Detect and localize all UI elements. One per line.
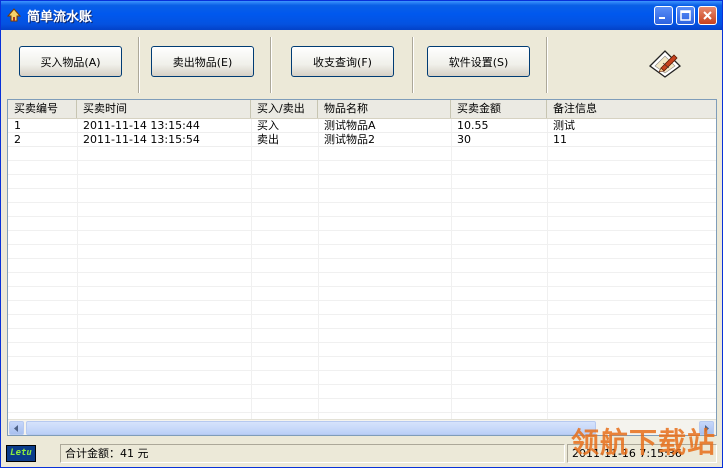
grid-line (8, 175, 716, 189)
window-title: 简单流水账 (27, 10, 93, 25)
cell-amount: 10.55 (457, 119, 489, 132)
column-divider (251, 119, 252, 419)
column-header-type[interactable]: 买入/卖出 (251, 100, 318, 118)
transaction-list[interactable]: 买卖编号 买卖时间 买入/卖出 物品名称 买卖金额 备注信息 1 2011-11… (7, 99, 717, 436)
toolbar-separator (412, 37, 414, 93)
column-header-note[interactable]: 备注信息 (547, 100, 716, 118)
cell-type: 卖出 (257, 133, 279, 146)
grid-line (8, 161, 716, 175)
toolbar: 买入物品(A) 卖出物品(E) 收支查询(F) 软件设置(S) (5, 34, 716, 94)
sell-item-button[interactable]: 卖出物品(E) (151, 46, 254, 77)
column-header-time[interactable]: 买卖时间 (77, 100, 251, 118)
arrow-left-icon (14, 424, 18, 432)
grid-line (8, 329, 716, 343)
watermark: 领航下载站 (570, 426, 716, 459)
grid-line (8, 357, 716, 371)
cell-note: 测试 (553, 119, 575, 132)
minimize-button[interactable] (654, 6, 673, 25)
app-logo: Letu (6, 445, 36, 462)
grid-line (8, 273, 716, 287)
grid-line (8, 343, 716, 357)
query-button[interactable]: 收支查询(F) (291, 46, 394, 77)
app-icon (6, 8, 22, 22)
grid-line (8, 371, 716, 385)
grid-line (8, 301, 716, 315)
title-bar[interactable]: 简单流水账 (1, 1, 722, 30)
maximize-button[interactable] (676, 6, 695, 25)
cell-note: 11 (553, 133, 567, 146)
table-row[interactable]: 1 2011-11-14 13:15:44 买入 测试物品A 10.55 测试 (8, 119, 716, 133)
grid-line (8, 231, 716, 245)
cell-amount: 30 (457, 133, 471, 146)
cell-time: 2011-11-14 13:15:44 (83, 119, 200, 132)
cell-item: 测试物品2 (324, 133, 375, 146)
scroll-thumb[interactable] (26, 421, 596, 435)
grid-line (8, 287, 716, 301)
grid-line (8, 189, 716, 203)
cell-id: 1 (14, 119, 21, 132)
close-button[interactable] (698, 6, 717, 25)
column-divider (77, 119, 78, 419)
scroll-left-button[interactable] (9, 421, 24, 435)
pen-paper-icon[interactable] (647, 46, 683, 80)
cell-id: 2 (14, 133, 21, 146)
total-amount: 合计金额：41 元 (60, 444, 565, 463)
column-header-id[interactable]: 买卖编号 (8, 100, 77, 118)
column-divider (318, 119, 319, 419)
grid-line (8, 259, 716, 273)
grid-line (8, 245, 716, 259)
close-icon (703, 11, 712, 20)
column-header-item[interactable]: 物品名称 (318, 100, 451, 118)
cell-time: 2011-11-14 13:15:54 (83, 133, 200, 146)
grid-line (8, 147, 716, 161)
grid-line (8, 203, 716, 217)
column-divider (547, 119, 548, 419)
grid-line (8, 385, 716, 399)
grid-line (8, 217, 716, 231)
buy-item-button[interactable]: 买入物品(A) (19, 46, 122, 77)
maximize-icon (680, 10, 691, 21)
cell-type: 买入 (257, 119, 279, 132)
app-window: 简单流水账 买入物品(A) 卖出物品(E) 收支查询(F) 软件设置(S) 买卖… (0, 0, 723, 468)
minimize-icon (659, 17, 665, 19)
table-row[interactable]: 2 2011-11-14 13:15:54 卖出 测试物品2 30 11 (8, 133, 716, 147)
toolbar-separator (546, 37, 548, 93)
cell-item: 测试物品A (324, 119, 376, 132)
column-header-amount[interactable]: 买卖金额 (451, 100, 547, 118)
column-divider (451, 119, 452, 419)
grid-line (8, 399, 716, 413)
settings-button[interactable]: 软件设置(S) (427, 46, 530, 77)
grid-line (8, 315, 716, 329)
list-header: 买卖编号 买卖时间 买入/卖出 物品名称 买卖金额 备注信息 (8, 100, 716, 119)
toolbar-separator (138, 37, 140, 93)
toolbar-separator (270, 37, 272, 93)
